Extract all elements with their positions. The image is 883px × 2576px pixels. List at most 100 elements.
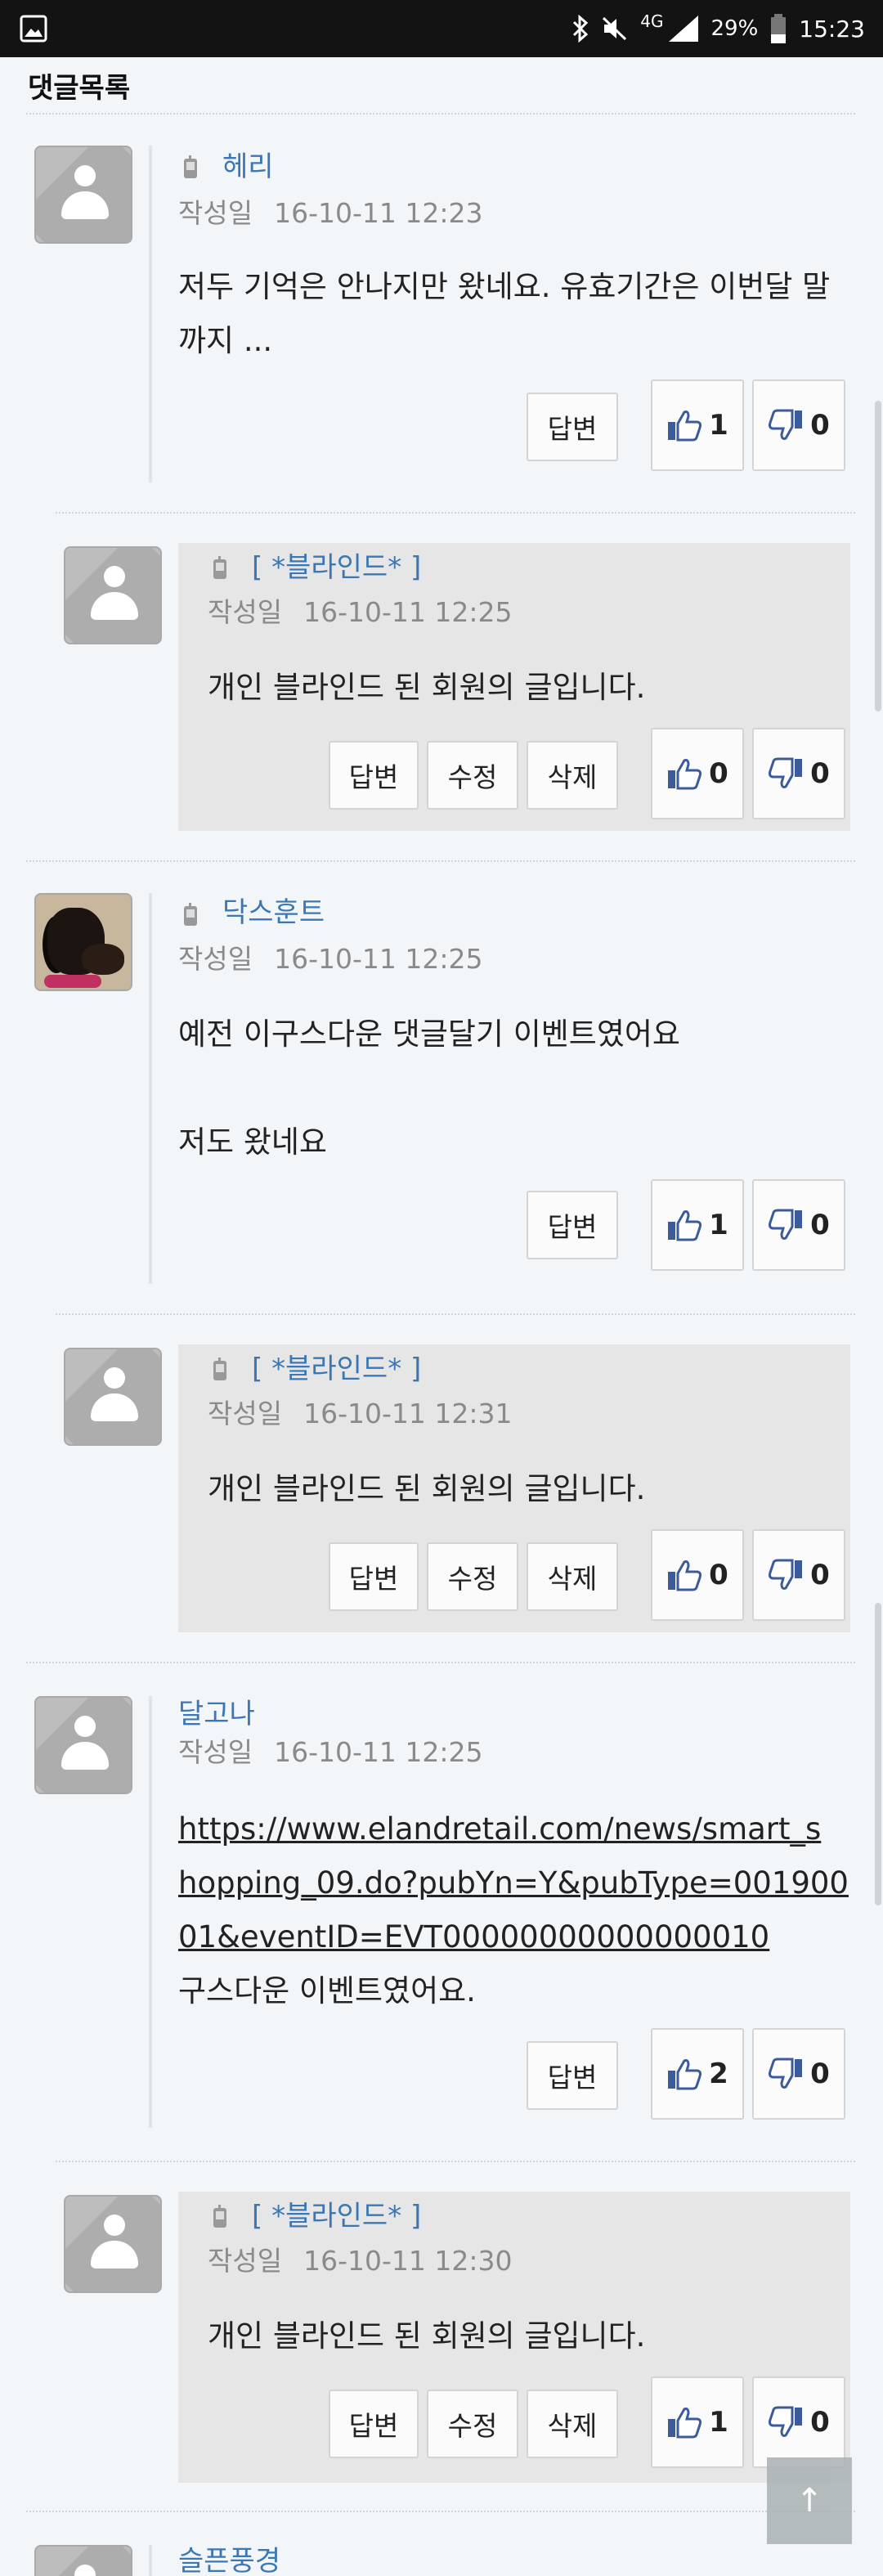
avatar[interactable] (34, 2545, 132, 2576)
reply-button[interactable]: 답변 (329, 741, 419, 810)
comment-author[interactable]: 닥스훈트 (222, 890, 325, 930)
comment-date: 작성일 16-10-11 12:23 (178, 197, 483, 229)
scrollbar-thumb[interactable] (875, 1603, 881, 1905)
comment-text-line: 저도 왔네요 (178, 1124, 327, 1160)
like-button[interactable]: 0 (651, 728, 744, 819)
battery-percent: 29% (710, 16, 759, 41)
like-count: 0 (709, 1559, 728, 1591)
battery-icon (771, 14, 787, 43)
like-button[interactable]: 0 (651, 1529, 744, 1621)
mobile-icon (213, 556, 226, 579)
dislike-button[interactable]: 0 (752, 1179, 845, 1271)
comment-border (149, 2545, 152, 2576)
dislike-button[interactable]: 0 (752, 2028, 845, 2120)
dislike-count: 0 (810, 409, 830, 442)
thumbs-down-icon (769, 757, 803, 788)
avatar[interactable] (64, 546, 162, 644)
comment-list-title: 댓글목록 (28, 72, 131, 105)
comment-border (149, 1696, 152, 2128)
comment-text: https://www.elandretail.com/news/smart_s… (178, 1802, 849, 2018)
like-count: 1 (709, 1209, 728, 1241)
comment-border (149, 893, 152, 1284)
thumbs-up-icon (668, 2408, 702, 2439)
dislike-button[interactable]: 0 (752, 2376, 845, 2468)
like-button[interactable]: 2 (651, 2028, 744, 2120)
avatar[interactable] (64, 1348, 162, 1446)
mobile-icon (213, 1358, 226, 1380)
divider (56, 1313, 855, 1315)
comment-text-line: 예전 이구스다운 댓글달기 이벤트였어요 (178, 1016, 680, 1052)
like-button[interactable]: 1 (651, 379, 744, 471)
dislike-count: 0 (810, 2058, 830, 2090)
mobile-icon (213, 2205, 226, 2228)
like-count: 0 (709, 757, 728, 790)
comment-date: 작성일 16-10-11 12:25 (208, 596, 513, 628)
reply-button[interactable]: 답변 (527, 1191, 618, 1259)
comment-date: 작성일 16-10-11 12:31 (208, 1398, 513, 1429)
comment-text: 개인 블라인드 된 회원의 글입니다. (208, 2318, 646, 2354)
comment-text: 개인 블라인드 된 회원의 글입니다. (208, 670, 646, 705)
comment-date: 작성일 16-10-11 12:25 (178, 1736, 483, 1768)
divider (26, 2511, 855, 2512)
signal-icon (668, 16, 698, 42)
dislike-button[interactable]: 0 (752, 728, 845, 819)
like-count: 1 (709, 2406, 728, 2439)
comment-link[interactable]: https://www.elandretail.com/news/smart_s… (178, 1811, 849, 1954)
thumbs-up-icon (668, 1210, 702, 1241)
comment-date: 작성일 16-10-11 12:30 (208, 2245, 513, 2277)
thumbs-down-icon (769, 409, 803, 440)
mute-icon (603, 16, 627, 41)
comment-border (149, 146, 152, 482)
dislike-count: 0 (810, 1209, 830, 1241)
thumbs-up-icon (668, 411, 702, 442)
reply-button[interactable]: 답변 (527, 2041, 618, 2110)
thumbs-down-icon (769, 1559, 803, 1590)
reply-button[interactable]: 답변 (329, 1542, 419, 1611)
thumbs-up-icon (668, 1560, 702, 1591)
network-type: 4G (640, 11, 664, 31)
avatar-dog-photo[interactable] (34, 893, 132, 991)
like-button[interactable]: 1 (651, 2376, 744, 2468)
divider (56, 2161, 855, 2162)
avatar[interactable] (34, 146, 132, 244)
edit-button[interactable]: 수정 (427, 2390, 518, 2458)
comment-author[interactable]: 헤리 (222, 144, 274, 184)
edit-button[interactable]: 수정 (427, 741, 518, 810)
comment-author[interactable]: [ *블라인드* ] (252, 545, 421, 585)
dislike-count: 0 (810, 757, 830, 790)
clock: 15:23 (799, 15, 865, 43)
edit-button[interactable]: 수정 (427, 1542, 518, 1611)
comment-date: 작성일 16-10-11 12:25 (178, 943, 483, 975)
scroll-to-top-button[interactable]: ↑ (767, 2457, 852, 2544)
dislike-button[interactable]: 0 (752, 1529, 845, 1621)
dislike-button[interactable]: 0 (752, 379, 845, 471)
reply-button[interactable]: 답변 (527, 393, 618, 461)
comment-text: 저두 기억은 안나지만 왔네요. 유효기간은 이번달 말까지 ... (178, 269, 831, 358)
comment-author[interactable]: 달고나 (178, 1691, 255, 1731)
thumbs-down-icon (769, 2406, 803, 2437)
comment-author[interactable]: 슬픈풍경 (178, 2538, 280, 2576)
status-bar: 4G 29% 15:23 (0, 0, 883, 57)
dislike-count: 0 (810, 2406, 830, 2439)
divider (56, 512, 855, 514)
like-button[interactable]: 1 (651, 1179, 744, 1271)
comment-text: 개인 블라인드 된 회원의 글입니다. (208, 1471, 646, 1506)
divider (26, 113, 855, 114)
comment-author[interactable]: [ *블라인드* ] (252, 1346, 421, 1386)
thumbs-up-icon (668, 2059, 702, 2090)
gallery-notification-icon (20, 15, 47, 43)
delete-button[interactable]: 삭제 (527, 741, 618, 810)
thumbs-down-icon (769, 1209, 803, 1240)
avatar[interactable] (64, 2195, 162, 2293)
divider (26, 860, 855, 862)
thumbs-down-icon (769, 2058, 803, 2089)
comment-text: 예전 이구스다운 댓글달기 이벤트였어요 저도 왔네요 (178, 1008, 849, 1169)
bluetooth-icon (573, 15, 589, 43)
comment-author[interactable]: [ *블라인드* ] (252, 2193, 421, 2233)
delete-button[interactable]: 삭제 (527, 1542, 618, 1611)
avatar[interactable] (34, 1696, 132, 1794)
reply-button[interactable]: 답변 (329, 2390, 419, 2458)
scrollbar-thumb[interactable] (875, 401, 881, 711)
mobile-icon (184, 155, 197, 178)
delete-button[interactable]: 삭제 (527, 2390, 618, 2458)
